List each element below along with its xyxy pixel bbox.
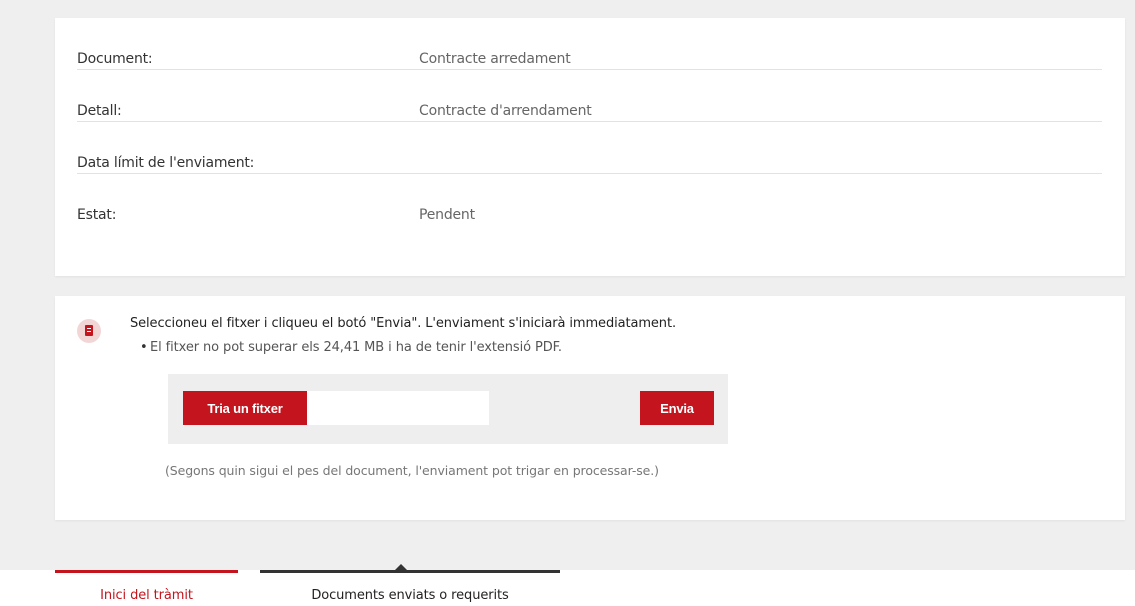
file-upload-area: Tria un fitxer Envia xyxy=(168,374,728,444)
caret-up-icon xyxy=(395,564,407,570)
send-button[interactable]: Envia xyxy=(640,391,714,425)
tab-bar: Inici del tràmit Documents enviats o req… xyxy=(0,564,1135,606)
selected-file-field[interactable] xyxy=(307,391,489,425)
tab-label: Documents enviats o requerits xyxy=(311,588,509,603)
document-icon xyxy=(77,319,101,343)
tab-inici-del-tramit[interactable]: Inici del tràmit xyxy=(55,570,238,606)
detail-value: Contracte d'arrendament xyxy=(419,103,592,119)
status-value: Pendent xyxy=(419,207,475,223)
document-details-card: Document: Contracte arredament Detall: C… xyxy=(55,18,1125,276)
detail-row-document: Document: Contracte arredament xyxy=(77,18,1102,70)
upload-requirement: El fitxer no pot superar els 24,41 MB i … xyxy=(140,340,562,355)
tab-label: Inici del tràmit xyxy=(100,588,193,603)
detail-label: Data límit de l'enviament: xyxy=(77,155,255,171)
detail-value: Contracte arredament xyxy=(419,51,571,67)
detail-label: Document: xyxy=(77,51,153,67)
active-tab-indicator xyxy=(55,570,238,573)
detail-label: Detall: xyxy=(77,103,122,119)
tab-indicator xyxy=(260,570,560,573)
detail-label: Estat: xyxy=(77,207,117,223)
upload-card: Seleccioneu el fitxer i cliqueu el botó … xyxy=(55,296,1125,520)
detail-row-detail: Detall: Contracte d'arrendament xyxy=(77,70,1102,122)
detail-row-status: Estat: Pendent xyxy=(77,174,1102,225)
processing-note: (Segons quin sigui el pes del document, … xyxy=(165,463,659,478)
detail-row-deadline: Data límit de l'enviament: xyxy=(77,122,1102,174)
upload-instructions: Seleccioneu el fitxer i cliqueu el botó … xyxy=(130,316,676,331)
tab-documents-enviats[interactable]: Documents enviats o requerits xyxy=(260,564,560,606)
choose-file-button[interactable]: Tria un fitxer xyxy=(183,391,307,425)
